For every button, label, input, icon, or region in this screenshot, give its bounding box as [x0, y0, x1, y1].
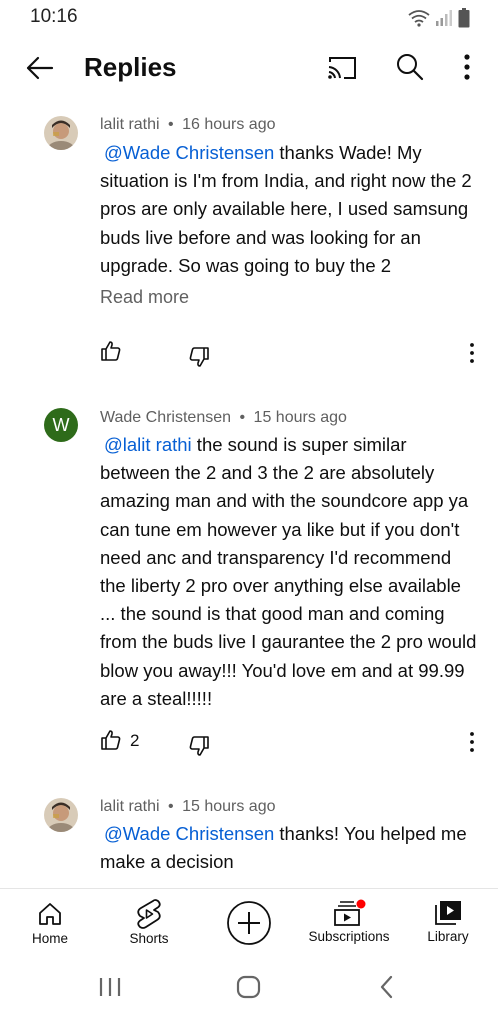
more-vert-icon [464, 54, 470, 80]
thumb-up-icon [101, 341, 121, 361]
search-icon [397, 54, 424, 81]
mention-link[interactable]: @lalit rathi [104, 434, 192, 455]
nav-home-label: Home [31, 931, 68, 946]
dislike-button[interactable] [188, 346, 210, 373]
comment-time: 15 hours ago [182, 798, 276, 815]
comment-body: the sound is super similar between the 2… [100, 434, 477, 709]
comment-text: @Wade Christensen thanks Wade! My situat… [100, 139, 480, 280]
home-system-button[interactable] [236, 974, 262, 1005]
avatar-letter: W [52, 414, 70, 435]
cast-icon [328, 57, 356, 79]
like-count: 2 [130, 731, 140, 750]
meta-separator: • [168, 798, 174, 815]
dislike-button[interactable] [188, 735, 210, 762]
avatar[interactable] [44, 798, 78, 832]
cast-button[interactable] [324, 50, 360, 86]
mention-link[interactable]: @Wade Christensen [104, 823, 274, 844]
avatar[interactable] [44, 116, 78, 150]
arrow-back-icon [26, 56, 54, 80]
battery-icon [458, 8, 470, 28]
mention-link[interactable]: @Wade Christensen [104, 142, 274, 163]
like-button[interactable] [100, 729, 122, 756]
author-name[interactable]: lalit rathi [100, 116, 160, 133]
system-navigation-bar [0, 956, 498, 1023]
add-circle-icon [227, 901, 271, 945]
signal-icon [436, 10, 452, 26]
recent-apps-button[interactable] [98, 974, 122, 1005]
profile-photo-icon [44, 116, 78, 150]
bottom-navigation: Home Shorts Subscriptions Library [0, 888, 498, 957]
more-vert-icon [470, 343, 474, 363]
comment-more-button[interactable] [464, 731, 480, 758]
back-system-button[interactable] [376, 974, 398, 1005]
comment-meta: Wade Christensen • 15 hours ago [100, 409, 347, 427]
author-name[interactable]: lalit rathi [100, 798, 160, 815]
home-circle-icon [236, 975, 261, 999]
read-more-button[interactable]: Read more [100, 287, 189, 308]
nav-shorts-label: Shorts [129, 931, 169, 946]
meta-separator: • [168, 116, 174, 133]
comment-meta: lalit rathi • 16 hours ago [100, 116, 276, 134]
nav-library-label: Library [427, 929, 469, 944]
recent-apps-icon [99, 978, 121, 996]
back-button[interactable] [22, 50, 58, 86]
search-button[interactable] [392, 50, 428, 86]
status-bar: 10:16 [0, 0, 498, 36]
author-name[interactable]: Wade Christensen [100, 409, 231, 426]
status-time: 10:16 [30, 6, 78, 27]
thumb-down-icon [189, 736, 209, 756]
chevron-left-icon [380, 975, 393, 999]
avatar[interactable]: W [44, 408, 78, 442]
notification-dot [356, 899, 366, 909]
library-icon [435, 901, 461, 925]
comment-text: @lalit rathi the sound is super similar … [100, 431, 480, 713]
page-title: Replies [84, 52, 177, 82]
like-button[interactable] [100, 340, 122, 367]
status-icons [408, 8, 470, 28]
comment-time: 15 hours ago [253, 409, 347, 426]
wifi-icon [408, 10, 430, 27]
nav-subscriptions-label: Subscriptions [308, 929, 390, 944]
meta-separator: • [239, 409, 246, 426]
shorts-icon [137, 899, 161, 929]
comment-more-button[interactable] [464, 342, 480, 369]
thumb-up-icon [101, 730, 121, 750]
top-app-bar: Replies [0, 36, 498, 102]
home-icon [39, 903, 61, 925]
comment-text: @Wade Christensen thanks! You helped me … [100, 820, 480, 876]
comment-meta: lalit rathi • 15 hours ago [100, 798, 276, 816]
subscriptions-icon [334, 899, 366, 926]
more-options-button[interactable] [450, 50, 484, 86]
profile-photo-icon [44, 798, 78, 832]
thumb-down-icon [189, 347, 209, 367]
more-vert-icon [470, 732, 474, 752]
comment-time: 16 hours ago [182, 116, 276, 133]
